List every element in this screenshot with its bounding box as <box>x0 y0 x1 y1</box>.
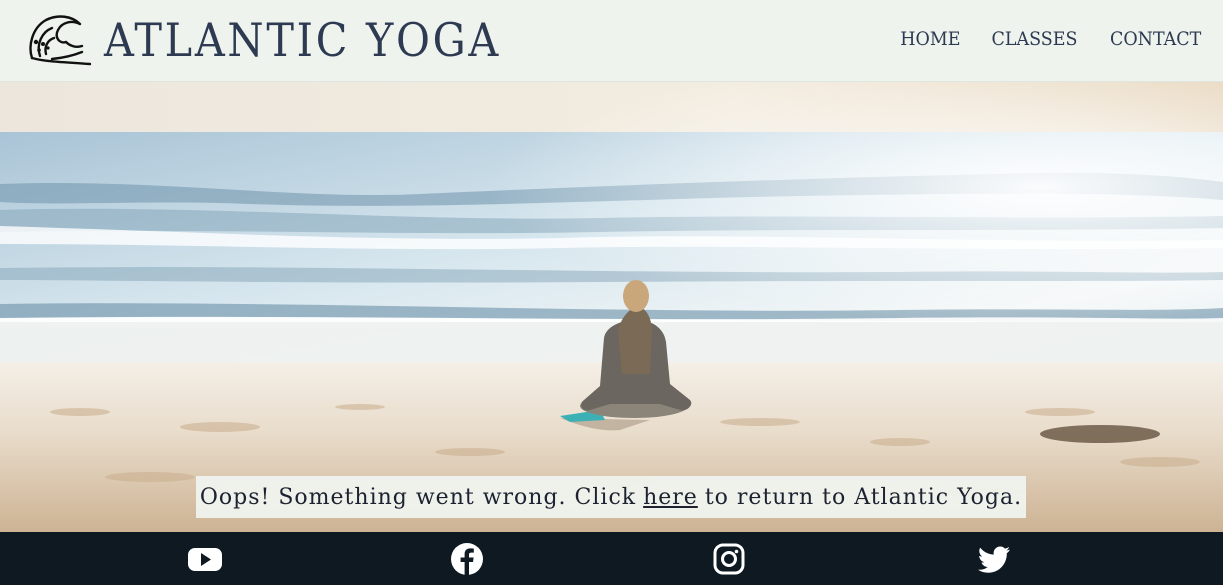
error-text-before: Oops! Something went wrong. Click <box>199 484 637 510</box>
home-link[interactable]: here <box>643 485 698 510</box>
error-message: Oops! Something went wrong. Click here t… <box>196 476 1026 518</box>
youtube-icon[interactable] <box>187 542 223 576</box>
facebook-icon[interactable] <box>449 542 485 576</box>
nav-home[interactable]: HOME <box>900 28 960 50</box>
beach-meditation-image <box>0 82 1223 532</box>
nav-classes[interactable]: CLASSES <box>992 28 1078 50</box>
instagram-icon[interactable] <box>711 542 747 576</box>
site-footer <box>0 532 1223 585</box>
hero-image <box>0 82 1223 532</box>
brand-name: ATLANTIC YOGA <box>104 13 502 67</box>
brand[interactable]: ATLANTIC YOGA <box>26 6 545 74</box>
main-nav: HOME CLASSES CONTACT <box>895 28 1201 50</box>
error-text-after: to return to Atlantic Yoga. <box>704 484 1023 510</box>
nav-contact[interactable]: CONTACT <box>1110 28 1201 50</box>
twitter-icon[interactable] <box>976 542 1012 576</box>
site-header: ATLANTIC YOGA HOME CLASSES CONTACT <box>0 0 1223 82</box>
wave-icon <box>29 15 92 66</box>
